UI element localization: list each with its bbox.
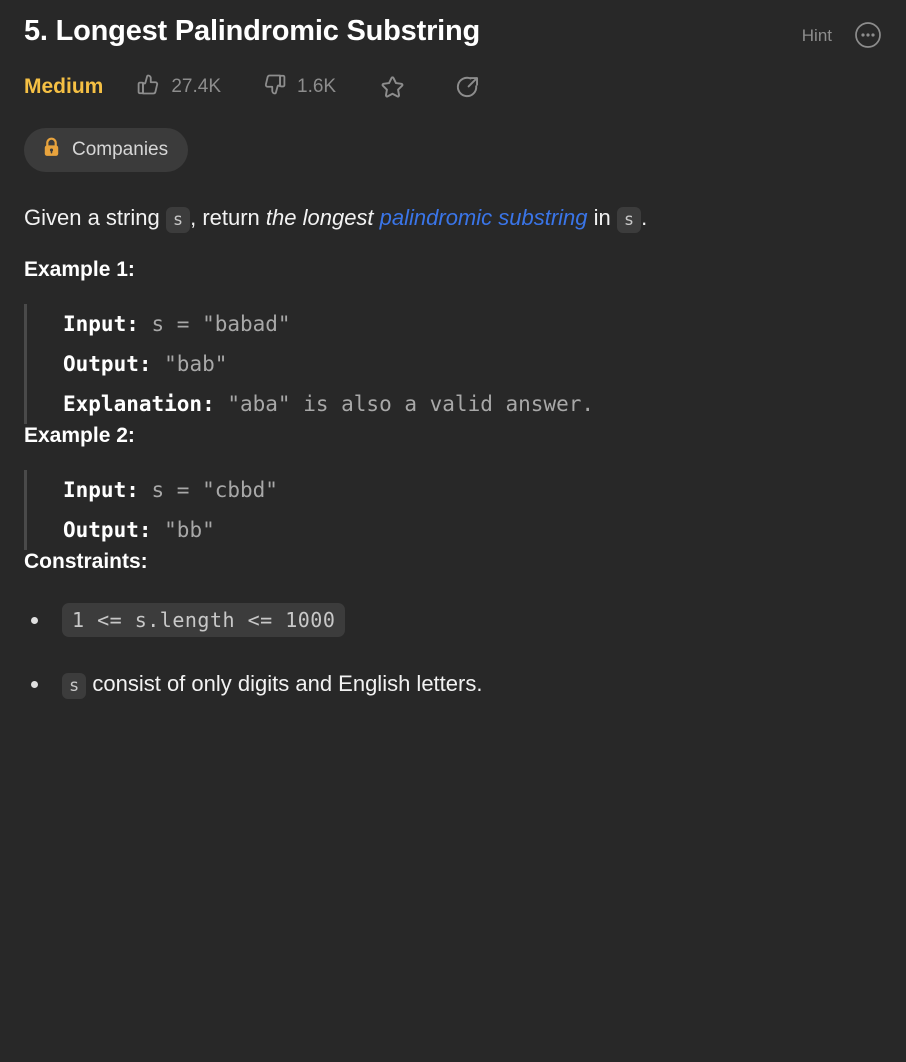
example-1-output-value: "bab"	[151, 352, 228, 376]
constraint-code-length: 1 <= s.length <= 1000	[62, 603, 346, 637]
difficulty-badge[interactable]: Medium	[24, 75, 103, 99]
list-item: s consist of only digits and English let…	[24, 668, 882, 702]
problem-statement: Given a string s, return the longest pal…	[24, 202, 882, 236]
companies-label: Companies	[72, 139, 169, 160]
example-1-input-label: Input:	[63, 312, 139, 336]
example-1-heading: Example 1:	[24, 258, 135, 281]
statement-part-1: Given a string	[24, 205, 166, 230]
statement-emphasis: the longest	[265, 205, 380, 230]
thumbs-down-icon	[261, 71, 288, 104]
title-actions: Hint	[802, 12, 882, 49]
example-1-block: Input: s = "babad" Output: "bab" Explana…	[24, 304, 882, 424]
example-1-input-value: s = "babad"	[138, 312, 291, 336]
constraint-code-s: s	[62, 673, 87, 699]
example-1-explanation-value: "aba" is also a valid answer.	[214, 392, 595, 416]
thumbs-up-icon	[135, 71, 162, 104]
statement-part-4: .	[641, 205, 648, 230]
lock-icon	[42, 137, 61, 163]
constraint-text-2: consist of only digits and English lette…	[86, 671, 483, 696]
upvote-button[interactable]: 27.4K	[135, 71, 221, 104]
downvote-count: 1.6K	[297, 76, 337, 97]
constraints-list: 1 <= s.length <= 1000 s consist of only …	[24, 603, 882, 702]
example-2-output-value: "bb"	[151, 518, 215, 542]
example-2-block: Input: s = "cbbd" Output: "bb"	[24, 470, 882, 550]
upvote-count: 27.4K	[171, 76, 221, 97]
problem-description-panel: 5. Longest Palindromic Substring Hint Me…	[0, 0, 906, 1062]
example-1-output-label: Output:	[63, 352, 152, 376]
example-2-input-value: s = "cbbd"	[138, 478, 278, 502]
example-2-heading: Example 2:	[24, 424, 135, 447]
more-horizontal-circle-icon[interactable]	[854, 21, 882, 49]
companies-button[interactable]: Companies	[24, 128, 189, 172]
example-2-input-label: Input:	[63, 478, 139, 502]
title-row: 5. Longest Palindromic Substring Hint	[24, 0, 882, 50]
hint-button[interactable]: Hint	[802, 27, 832, 44]
page-title: 5. Longest Palindromic Substring	[24, 15, 481, 47]
statement-part-3: in	[587, 205, 617, 230]
tag-row: Companies	[24, 128, 882, 172]
palindromic-substring-link[interactable]: palindromic substring	[380, 205, 588, 230]
statement-part-2: , return	[190, 205, 266, 230]
example-1-explanation-label: Explanation:	[63, 392, 215, 416]
star-icon[interactable]	[378, 73, 407, 102]
inline-code-s: s	[165, 207, 191, 233]
inline-code-s-2: s	[616, 207, 642, 233]
example-2-output-label: Output:	[63, 518, 152, 542]
downvote-button[interactable]: 1.6K	[261, 71, 336, 104]
share-external-icon[interactable]	[453, 73, 482, 102]
problem-meta-row: Medium 27.4K 1.6K	[24, 72, 882, 102]
list-item: 1 <= s.length <= 1000	[24, 603, 882, 637]
constraints-heading: Constraints:	[24, 550, 148, 573]
